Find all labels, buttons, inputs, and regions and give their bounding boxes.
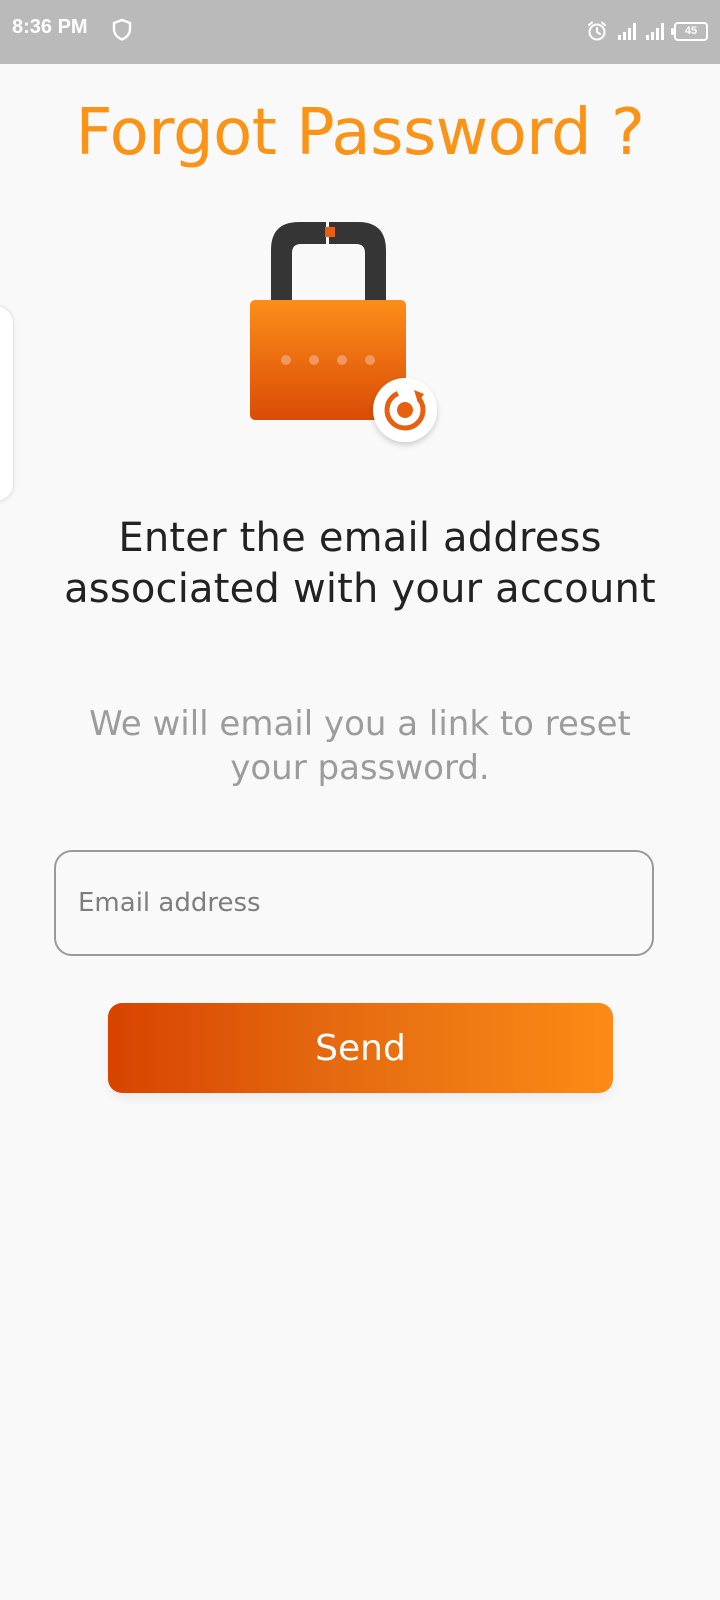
signal-icon: [618, 22, 636, 40]
shield-icon: [112, 18, 132, 41]
send-button[interactable]: Send: [108, 1003, 613, 1093]
battery-icon: 45: [671, 21, 708, 41]
email-input[interactable]: [56, 852, 652, 954]
instruction-subtext: We will email you a link to reset your p…: [89, 704, 631, 788]
status-icons: 45: [586, 17, 708, 45]
page-title: Forgot Password ?: [75, 96, 645, 170]
instruction-heading: Enter the email address associated with …: [64, 515, 656, 612]
signal-icon: [646, 22, 664, 40]
status-bar: 8:36 PM 45: [0, 0, 720, 64]
alarm-icon: [588, 21, 606, 41]
status-time: 8:36 PM: [12, 16, 88, 38]
email-field[interactable]: [54, 850, 654, 956]
side-drawer-handle[interactable]: [0, 305, 14, 502]
lock-reset-icon: [250, 222, 450, 462]
